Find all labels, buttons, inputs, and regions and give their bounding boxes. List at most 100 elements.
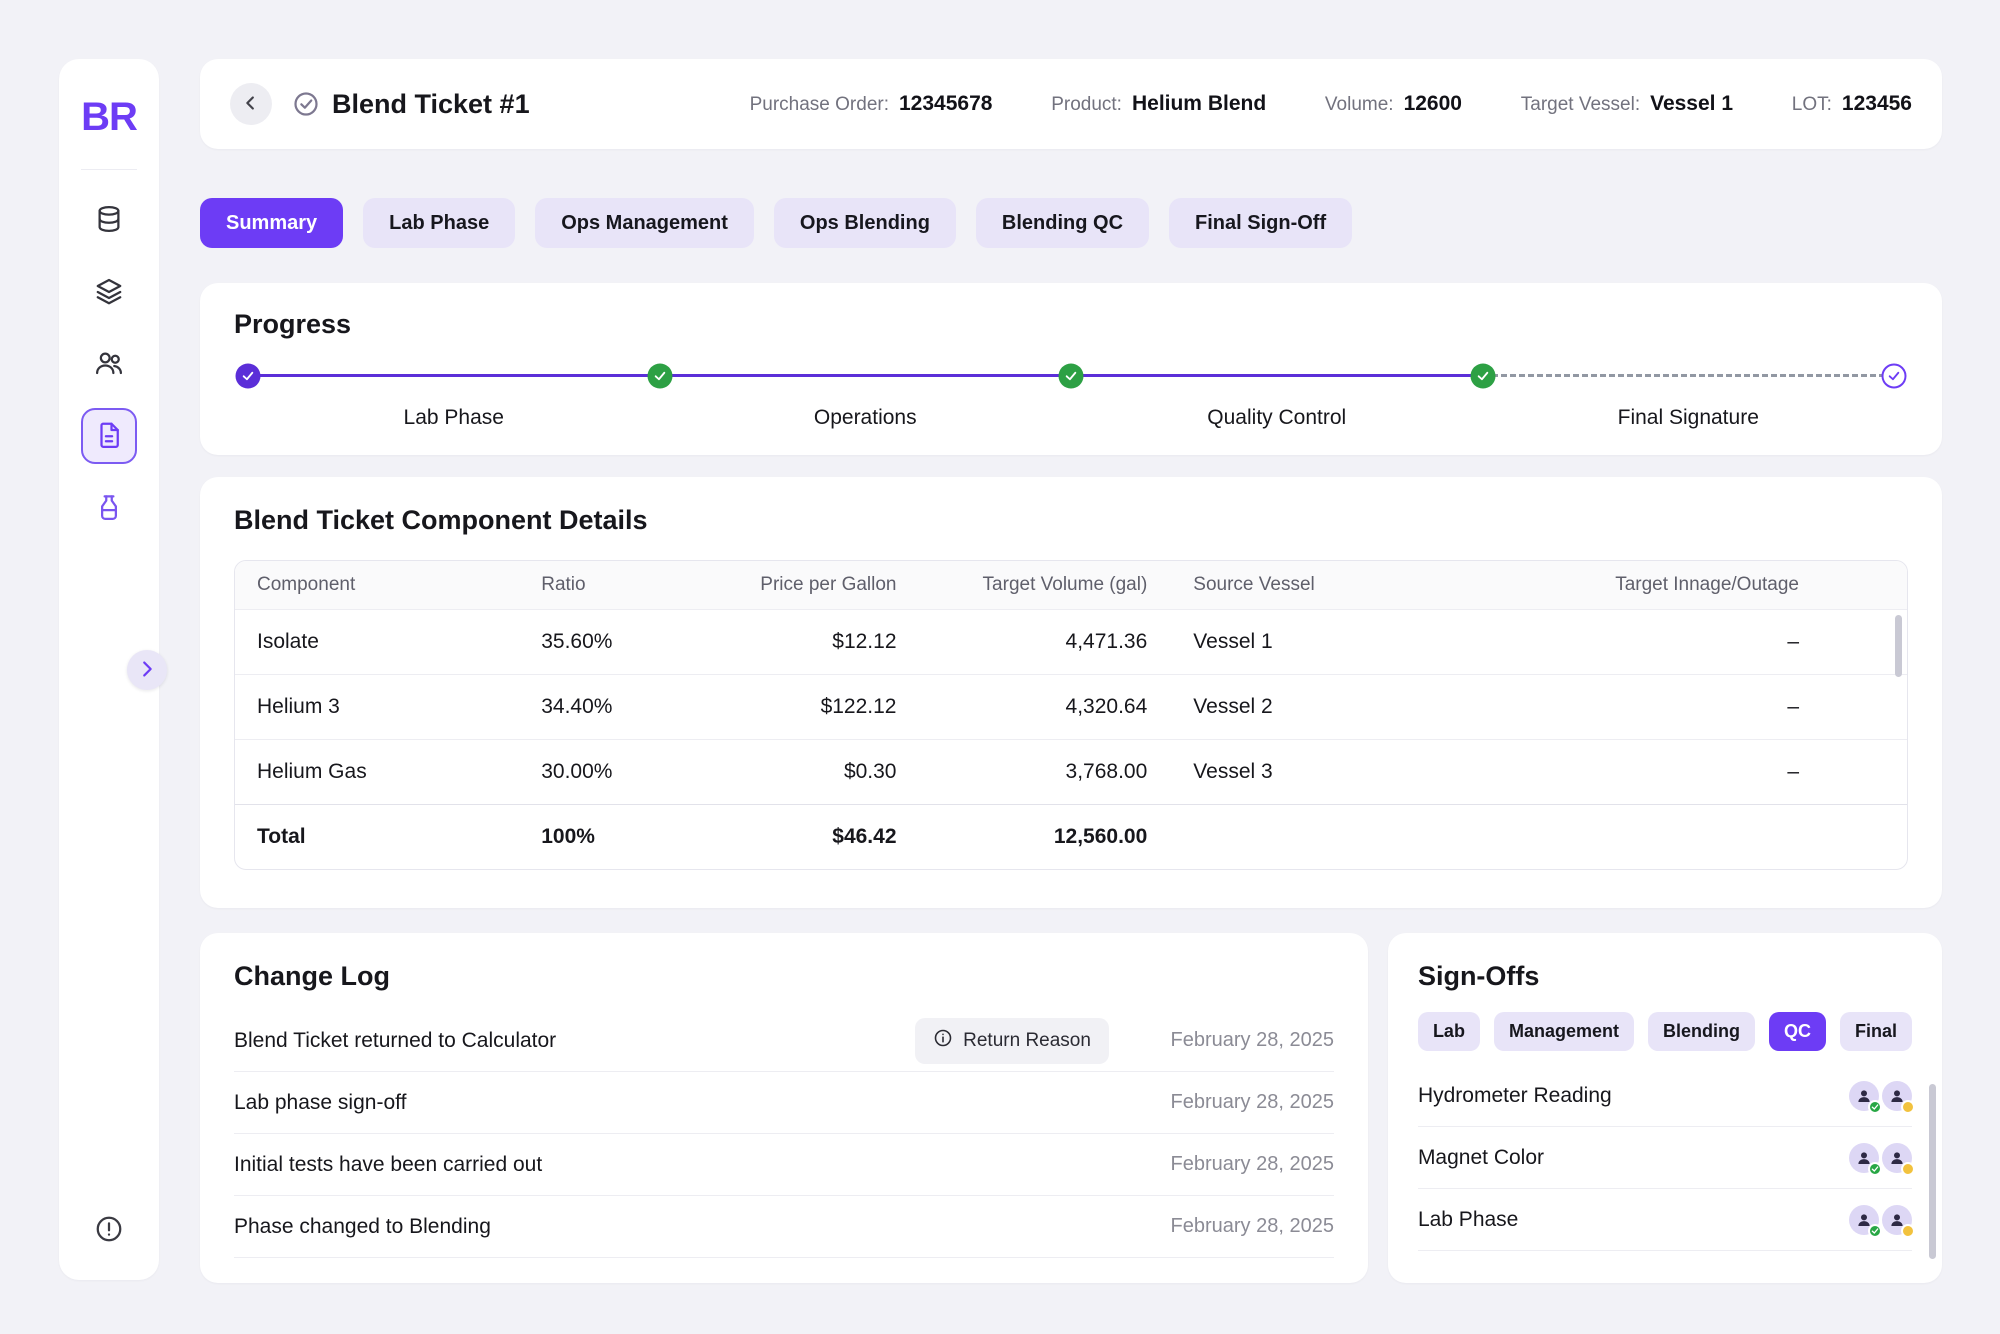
sign-offs-title: Sign-Offs xyxy=(1418,961,1912,992)
meta-volume: Volume: 12600 xyxy=(1325,92,1462,116)
column-header-price: Price per Gallon xyxy=(703,561,920,610)
back-button[interactable] xyxy=(230,83,272,125)
alert-info-button[interactable] xyxy=(87,1208,131,1252)
cell-source-vessel: Vessel 3 xyxy=(1171,740,1572,805)
change-log-date: February 28, 2025 xyxy=(1149,1029,1334,1052)
cell-target-volume: 3,768.00 xyxy=(921,740,1172,805)
meta-lot: LOT: 123456 xyxy=(1792,92,1912,116)
tab-final-sign-off[interactable]: Final Sign-Off xyxy=(1169,198,1352,248)
sign-off-item: Hydrometer Reading xyxy=(1418,1065,1912,1127)
tab-lab-phase[interactable]: Lab Phase xyxy=(363,198,515,248)
signer-avatar xyxy=(1849,1205,1879,1235)
document-icon xyxy=(94,420,124,453)
meta-label: LOT: xyxy=(1792,94,1832,116)
cell-target-volume: 4,320.64 xyxy=(921,675,1172,740)
progress-node-quality-control xyxy=(1059,363,1084,388)
change-log-entry: Lab phase sign-off February 28, 2025 xyxy=(234,1072,1334,1134)
signer-avatar xyxy=(1849,1081,1879,1111)
sidebar-divider xyxy=(81,169,137,170)
sidebar-item-blend-ticket[interactable] xyxy=(81,408,137,464)
users-icon xyxy=(94,348,124,381)
change-log-list: Blend Ticket returned to Calculator Retu… xyxy=(234,1010,1334,1258)
table-scrollbar-thumb[interactable] xyxy=(1895,615,1902,677)
sign-offs-list: Hydrometer Reading xyxy=(1418,1065,1912,1251)
progress-track xyxy=(248,374,1894,377)
cell-target-volume: 4,471.36 xyxy=(921,610,1172,675)
page: BR xyxy=(0,0,2000,1334)
meta-value: Helium Blend xyxy=(1132,92,1266,116)
meta-value: 12345678 xyxy=(899,92,992,116)
so-tab-qc[interactable]: QC xyxy=(1769,1012,1826,1051)
verified-check-icon xyxy=(292,90,320,118)
change-log-date: February 28, 2025 xyxy=(1149,1091,1334,1114)
cell-component: Isolate xyxy=(235,610,519,675)
sign-offs-scrollbar-thumb[interactable] xyxy=(1929,1084,1936,1259)
table-total-row: Total 100% $46.42 12,560.00 xyxy=(235,805,1907,870)
cell-total-volume: 12,560.00 xyxy=(921,805,1172,870)
cell-price: $12.12 xyxy=(703,610,920,675)
column-header-innage-outage: Target Innage/Outage xyxy=(1573,561,1907,610)
return-reason-label: Return Reason xyxy=(963,1030,1091,1052)
pending-badge xyxy=(1901,1100,1915,1114)
sidebar-item-vessels[interactable] xyxy=(81,480,137,536)
cell-price: $122.12 xyxy=(703,675,920,740)
sidebar-item-users[interactable] xyxy=(81,336,137,392)
meta-label: Purchase Order: xyxy=(750,94,889,116)
cell-source-vessel: Vessel 2 xyxy=(1171,675,1572,740)
phase-tabs: Summary Lab Phase Ops Management Ops Ble… xyxy=(200,198,1942,248)
change-log-entry: Blend Ticket returned to Calculator Retu… xyxy=(234,1010,1334,1072)
info-icon xyxy=(933,1028,953,1054)
progress-card: Progress xyxy=(200,283,1942,455)
progress-node-qc-complete xyxy=(1470,363,1495,388)
meta-value: Vessel 1 xyxy=(1650,92,1733,116)
component-details-title: Blend Ticket Component Details xyxy=(234,505,1908,536)
cell-price: $0.30 xyxy=(703,740,920,805)
progress-stepper: Lab Phase Operations Quality Control Fin… xyxy=(234,340,1908,450)
change-log-date: February 28, 2025 xyxy=(1149,1153,1334,1176)
so-tab-blending[interactable]: Blending xyxy=(1648,1012,1755,1051)
sign-off-item: Magnet Color xyxy=(1418,1127,1912,1189)
signer-avatars xyxy=(1846,1205,1912,1235)
progress-node-operations xyxy=(647,363,672,388)
sidebar-expand-button[interactable] xyxy=(127,650,167,690)
ticket-meta: Purchase Order: 12345678 Product: Helium… xyxy=(750,92,1912,116)
progress-node-final-signature xyxy=(1882,363,1907,388)
so-tab-final[interactable]: Final xyxy=(1840,1012,1912,1051)
so-tab-management[interactable]: Management xyxy=(1494,1012,1634,1051)
progress-line-complete xyxy=(248,374,1483,377)
signer-avatars xyxy=(1846,1081,1912,1111)
tab-ops-blending[interactable]: Ops Blending xyxy=(774,198,956,248)
so-tab-lab[interactable]: Lab xyxy=(1418,1012,1480,1051)
column-header-ratio: Ratio xyxy=(519,561,703,610)
step-label-final-signature: Final Signature xyxy=(1483,406,1895,430)
table-header-row: Component Ratio Price per Gallon Target … xyxy=(235,561,1907,610)
change-log-text: Initial tests have been carried out xyxy=(234,1153,1109,1177)
progress-line-remaining xyxy=(1483,374,1895,377)
sidebar-item-layers[interactable] xyxy=(81,264,137,320)
column-header-target-volume: Target Volume (gal) xyxy=(921,561,1172,610)
sign-off-label: Lab Phase xyxy=(1418,1208,1846,1232)
column-header-component: Component xyxy=(235,561,519,610)
tab-summary[interactable]: Summary xyxy=(200,198,343,248)
chevron-left-icon xyxy=(240,92,262,117)
step-label-quality-control: Quality Control xyxy=(1071,406,1483,430)
cell-empty xyxy=(1171,805,1572,870)
change-log-entry: Initial tests have been carried out Febr… xyxy=(234,1134,1334,1196)
tab-blending-qc[interactable]: Blending QC xyxy=(976,198,1149,248)
progress-step-labels: Lab Phase Operations Quality Control Fin… xyxy=(248,406,1894,430)
cell-component: Helium Gas xyxy=(235,740,519,805)
change-log-text: Phase changed to Blending xyxy=(234,1215,1109,1239)
step-label-operations: Operations xyxy=(660,406,1072,430)
progress-title: Progress xyxy=(234,309,1908,340)
cell-total-price: $46.42 xyxy=(703,805,920,870)
change-log-text: Blend Ticket returned to Calculator xyxy=(234,1029,915,1053)
meta-label: Product: xyxy=(1051,94,1122,116)
cell-empty xyxy=(1573,805,1907,870)
sidebar-item-database[interactable] xyxy=(81,192,137,248)
return-reason-button[interactable]: Return Reason xyxy=(915,1018,1109,1064)
tab-ops-management[interactable]: Ops Management xyxy=(535,198,754,248)
step-label-lab-phase: Lab Phase xyxy=(248,406,660,430)
table-row: Helium 3 34.40% $122.12 4,320.64 Vessel … xyxy=(235,675,1907,740)
meta-product: Product: Helium Blend xyxy=(1051,92,1266,116)
sign-off-item: Lab Phase xyxy=(1418,1189,1912,1251)
